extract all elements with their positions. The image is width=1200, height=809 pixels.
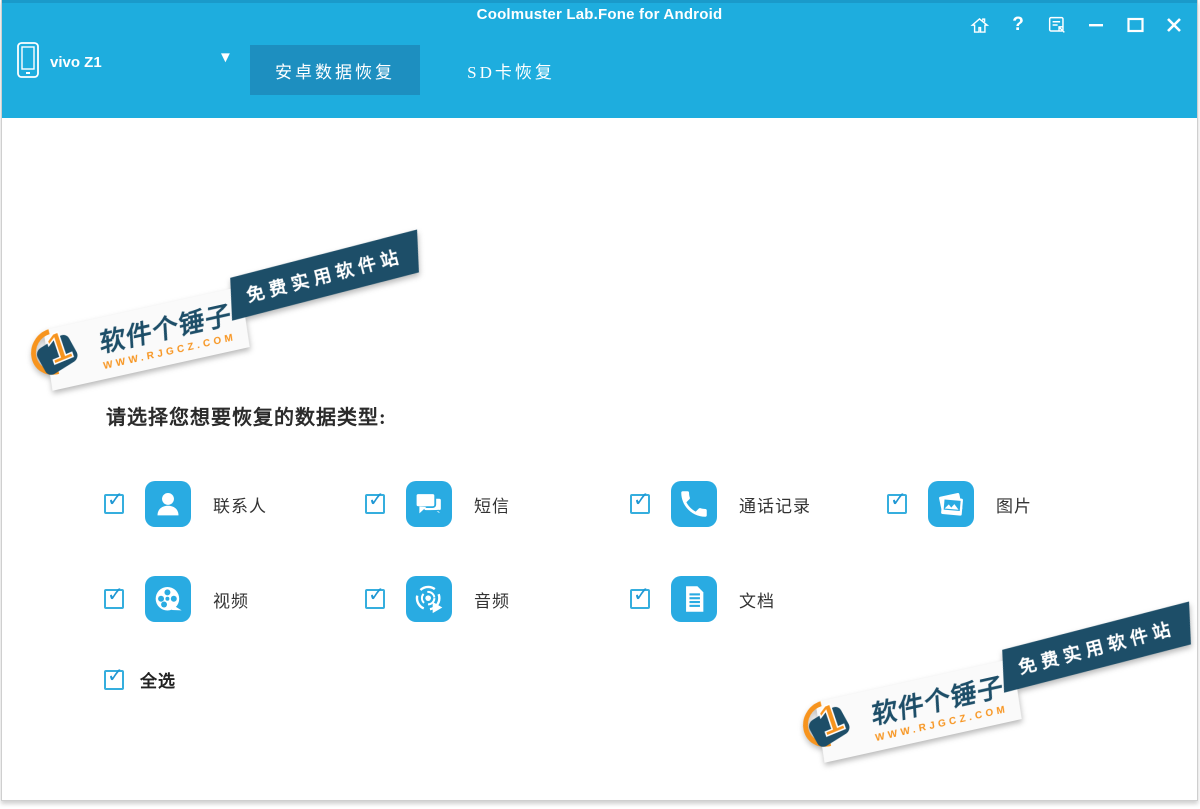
main-content: 请选择您想要恢复的数据类型: ✓ 联系人 ✓ 短信 ✓	[2, 118, 1197, 800]
audio-icon	[406, 576, 452, 622]
video-icon	[145, 576, 191, 622]
documents-checkbox[interactable]: ✓	[630, 589, 650, 609]
video-checkbox[interactable]: ✓	[104, 589, 124, 609]
sms-checkbox[interactable]: ✓	[365, 494, 385, 514]
data-type-label: 通话记录	[739, 492, 811, 517]
data-type-sms: ✓ 短信	[365, 481, 510, 527]
data-type-label: 音频	[474, 587, 510, 612]
tab-sd-card-recovery[interactable]: SD卡恢复	[436, 45, 586, 95]
minimize-button[interactable]	[1081, 11, 1111, 39]
feedback-icon[interactable]	[1042, 11, 1072, 39]
call-log-checkbox[interactable]: ✓	[630, 494, 650, 514]
data-type-photos: ✓ 图片	[887, 481, 1032, 527]
data-type-contacts: ✓ 联系人	[104, 481, 267, 527]
maximize-button[interactable]	[1120, 11, 1150, 39]
data-type-call-log: ✓ 通话记录	[630, 481, 811, 527]
home-icon[interactable]	[964, 11, 994, 39]
data-type-label: 视频	[213, 587, 249, 612]
header: Coolmuster Lab.Fone for Android ?	[2, 0, 1197, 118]
select-all-label: 全选	[140, 667, 176, 692]
device-name: vivo Z1	[50, 54, 102, 71]
call-log-icon	[671, 481, 717, 527]
app-window: Coolmuster Lab.Fone for Android ?	[1, 0, 1198, 801]
contacts-checkbox[interactable]: ✓	[104, 494, 124, 514]
prompt-text: 请选择您想要恢复的数据类型:	[106, 401, 387, 430]
data-type-label: 图片	[996, 492, 1032, 517]
select-all-row: ✓ 全选	[104, 667, 176, 692]
audio-checkbox[interactable]: ✓	[365, 589, 385, 609]
help-icon[interactable]: ?	[1003, 11, 1033, 39]
close-button[interactable]	[1159, 11, 1189, 39]
data-type-label: 联系人	[213, 492, 267, 517]
tab-bar: 安卓数据恢复 SD卡恢复	[250, 45, 586, 95]
data-type-documents: ✓ 文档	[630, 576, 775, 622]
dropdown-arrow-icon[interactable]: ▼	[218, 49, 233, 66]
data-type-audio: ✓ 音频	[365, 576, 510, 622]
photos-icon	[928, 481, 974, 527]
device-selector[interactable]: vivo Z1 ▼	[16, 41, 102, 84]
select-all-checkbox[interactable]: ✓	[104, 670, 124, 690]
tab-android-data-recovery[interactable]: 安卓数据恢复	[250, 45, 420, 95]
window-controls: ?	[964, 11, 1189, 39]
contacts-icon	[145, 481, 191, 527]
data-type-label: 短信	[474, 492, 510, 517]
phone-device-icon	[16, 41, 40, 84]
sms-icon	[406, 481, 452, 527]
data-type-video: ✓ 视频	[104, 576, 249, 622]
photos-checkbox[interactable]: ✓	[887, 494, 907, 514]
documents-icon	[671, 576, 717, 622]
data-type-label: 文档	[739, 587, 775, 612]
